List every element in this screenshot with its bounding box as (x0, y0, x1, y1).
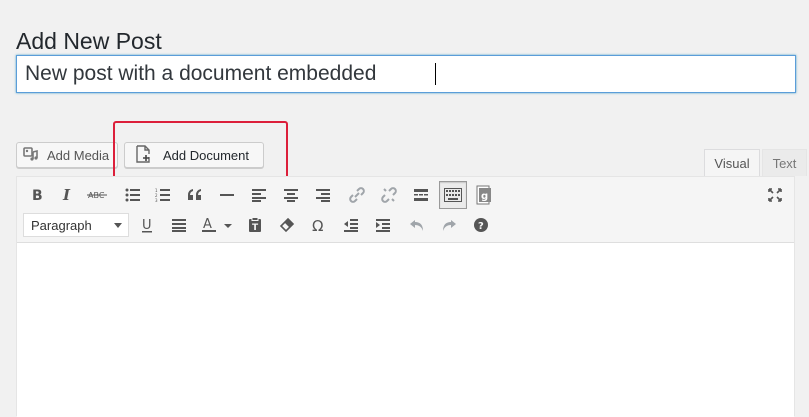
link-icon[interactable] (343, 181, 371, 209)
google-docs-icon[interactable]: g (471, 181, 499, 209)
tab-visual[interactable]: Visual (704, 149, 760, 176)
indent-icon[interactable] (369, 211, 397, 239)
align-right-icon[interactable] (309, 181, 337, 209)
outdent-icon[interactable] (337, 211, 365, 239)
editor-toolbar: B I ABC 123 g Paragraph U A T Ω ? (17, 177, 794, 243)
svg-text:B: B (32, 188, 43, 203)
editor-container: B I ABC 123 g Paragraph U A T Ω ? (16, 176, 795, 417)
align-center-icon[interactable] (277, 181, 305, 209)
page-title: Add New Post (16, 28, 162, 55)
format-select[interactable]: Paragraph (23, 213, 129, 237)
tab-text[interactable]: Text (762, 149, 807, 176)
format-select-value: Paragraph (31, 217, 92, 233)
svg-text:I: I (62, 187, 71, 203)
editor-content-area[interactable] (17, 243, 794, 417)
align-left-icon[interactable] (245, 181, 273, 209)
svg-text:T: T (252, 223, 259, 233)
clear-formatting-icon[interactable] (273, 211, 301, 239)
help-icon[interactable]: ? (467, 211, 495, 239)
toolbar-row-1: B I ABC 123 g (21, 181, 791, 209)
text-caret (435, 63, 436, 85)
add-document-button[interactable]: Add Document (124, 142, 264, 168)
justify-icon[interactable] (165, 211, 193, 239)
undo-icon[interactable] (403, 211, 431, 239)
post-title-input[interactable] (17, 56, 793, 92)
text-color-icon[interactable]: A (197, 211, 237, 239)
unlink-icon[interactable] (375, 181, 403, 209)
strikethrough-icon[interactable]: ABC (83, 181, 111, 209)
underline-icon[interactable]: U (133, 211, 161, 239)
add-document-icon (135, 144, 152, 166)
post-title-field[interactable] (16, 55, 796, 93)
toolbar-row-2: Paragraph U A T Ω ? (21, 211, 791, 239)
svg-text:U: U (142, 218, 152, 233)
add-document-label: Add Document (163, 147, 249, 163)
add-media-button[interactable]: Add Media (16, 142, 118, 168)
svg-text:A: A (203, 217, 212, 232)
media-icon (23, 146, 41, 165)
fullscreen-icon[interactable] (761, 181, 789, 209)
svg-text:3: 3 (155, 198, 158, 202)
svg-text:?: ? (478, 221, 484, 232)
redo-icon[interactable] (435, 211, 463, 239)
toolbar-toggle-icon[interactable] (439, 181, 467, 209)
italic-icon[interactable]: I (53, 181, 81, 209)
bullet-list-icon[interactable] (119, 181, 147, 209)
numbered-list-icon[interactable]: 123 (149, 181, 177, 209)
horizontal-rule-icon[interactable] (213, 181, 241, 209)
svg-text:Ω: Ω (312, 217, 323, 233)
blockquote-icon[interactable] (181, 181, 209, 209)
special-character-icon[interactable]: Ω (305, 211, 333, 239)
chevron-down-icon (114, 223, 122, 228)
add-media-label: Add Media (47, 147, 110, 163)
svg-text:g: g (481, 191, 488, 202)
read-more-icon[interactable] (407, 181, 435, 209)
paste-as-text-icon[interactable]: T (241, 211, 269, 239)
bold-icon[interactable]: B (23, 181, 51, 209)
